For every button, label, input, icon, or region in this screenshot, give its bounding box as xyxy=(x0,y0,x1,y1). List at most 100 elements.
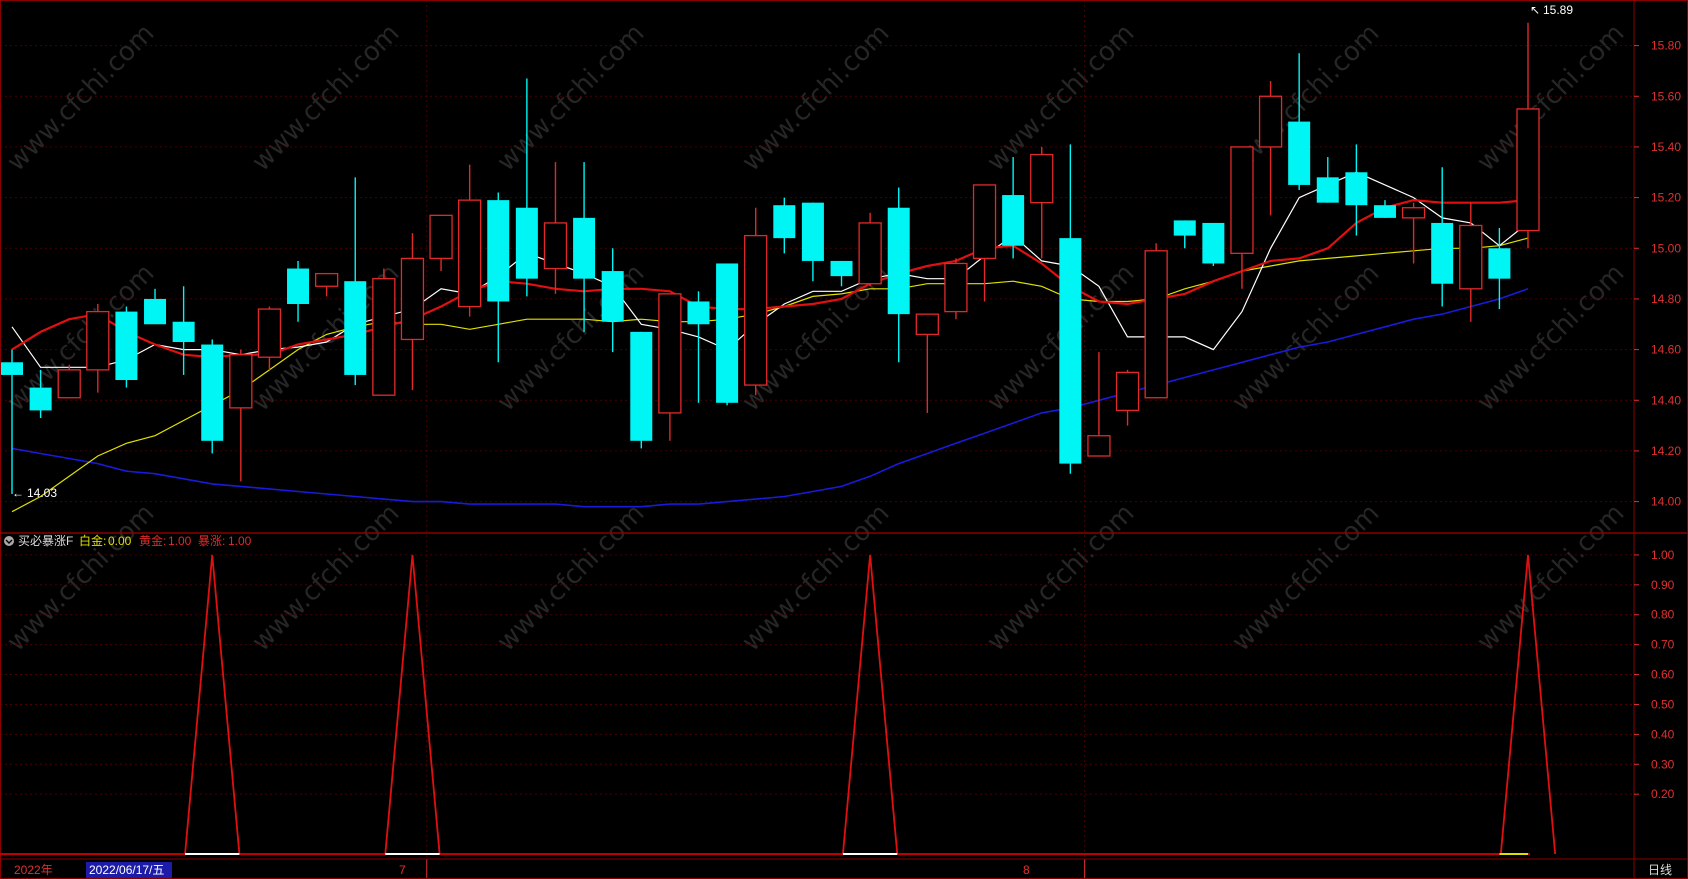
y-tick-label: 0.30 xyxy=(1651,757,1675,771)
candle xyxy=(1316,157,1339,203)
candle-body xyxy=(658,293,682,414)
candle-body xyxy=(1059,238,1082,464)
high-annotation: ↖ 15.89 xyxy=(1530,3,1573,17)
watermark-text: www.cfchi.com xyxy=(1,498,160,657)
candle-body xyxy=(1373,205,1396,218)
y-tick-label: 15.00 xyxy=(1651,241,1681,255)
y-tick-label: 14.80 xyxy=(1651,292,1681,306)
candle xyxy=(801,202,824,282)
candle-body xyxy=(115,311,138,380)
candle xyxy=(172,286,195,375)
candle xyxy=(344,177,367,386)
candle-body xyxy=(372,278,396,396)
chart-frame xyxy=(0,0,1688,879)
indicator-item-label: 黄金: xyxy=(139,533,166,548)
y-tick-label: 15.80 xyxy=(1651,39,1681,53)
candle-body xyxy=(830,260,853,277)
candle-body xyxy=(630,331,653,441)
candle-body xyxy=(1459,224,1483,290)
candle xyxy=(372,268,396,396)
watermark-text: www.cfchi.com xyxy=(246,498,405,657)
candle xyxy=(1059,144,1082,474)
candle-body xyxy=(257,308,282,358)
candle xyxy=(887,187,910,363)
month-label-aug: 8 xyxy=(1023,863,1030,877)
watermark-text: www.cfchi.com xyxy=(1471,18,1630,177)
y-tick-label: 1.00 xyxy=(1651,548,1675,562)
candle-body xyxy=(858,222,882,285)
candle-body xyxy=(172,321,195,342)
candle-body xyxy=(487,200,510,302)
candle-body xyxy=(1202,222,1225,264)
candle-body xyxy=(744,234,768,386)
candle xyxy=(1345,144,1368,236)
candle xyxy=(1087,352,1111,457)
indicator-axis: 1.00 0.90 0.80 0.70 0.60 0.50 0.40 0.30 0.20 xyxy=(1634,548,1675,801)
y-tick-label: 15.40 xyxy=(1651,140,1681,154)
candle xyxy=(1431,167,1454,307)
watermark-text: www.cfchi.com xyxy=(736,18,895,177)
watermark-text: www.cfchi.com xyxy=(1471,258,1630,417)
period-button[interactable]: 日线 xyxy=(1648,863,1672,877)
stock-chart[interactable]: www.cfchi.com www.cfchi.com www.cfchi.com w… xyxy=(0,0,1688,879)
indicator-item-label: 暴涨: xyxy=(198,533,225,548)
y-tick-label: 0.60 xyxy=(1651,668,1675,682)
collapse-icon[interactable] xyxy=(4,536,14,546)
candle xyxy=(201,339,224,454)
candle xyxy=(287,260,310,322)
indicator-item-value: 0.00 xyxy=(108,534,132,548)
candle xyxy=(1115,369,1140,426)
candle xyxy=(944,258,968,320)
indicator-name: 买必暴涨F xyxy=(18,533,73,548)
candle-body xyxy=(1115,371,1140,412)
watermark-text: www.cfchi.com xyxy=(1226,498,1385,657)
candle-body xyxy=(201,344,224,441)
candle-body xyxy=(57,369,81,399)
candle xyxy=(658,293,682,441)
month-label-jul: 7 xyxy=(399,863,406,877)
candle xyxy=(1516,22,1540,249)
watermark-text: www.cfchi.com xyxy=(981,18,1140,177)
candle-body xyxy=(887,207,910,315)
candle-body xyxy=(1316,177,1339,203)
candle xyxy=(458,164,482,317)
indicator-header: 买必暴涨F 白金: 0.00 黄金: 1.00 暴涨: 1.00 xyxy=(4,533,252,548)
candle-body xyxy=(314,272,339,287)
candle xyxy=(487,192,510,363)
watermark-text: www.cfchi.com xyxy=(491,18,650,177)
candle-body xyxy=(1345,172,1368,206)
candle xyxy=(1144,243,1168,399)
candle-body xyxy=(29,387,52,411)
grid xyxy=(0,0,1634,879)
candle-body xyxy=(287,268,310,304)
time-axis: 2022年 2022/06/17/五 7 8 日线 xyxy=(14,862,1672,878)
indicator-item-label: 白金: xyxy=(79,533,106,548)
candle-body xyxy=(1516,108,1540,232)
candle-body xyxy=(1144,250,1168,399)
price-axis: 15.80 15.60 15.40 15.20 15.00 14.80 14.60 14.40… xyxy=(1634,39,1681,509)
candle xyxy=(630,331,653,449)
watermark-text: www.cfchi.com xyxy=(491,498,650,657)
watermark-text: www.cfchi.com xyxy=(246,18,405,177)
candle-body xyxy=(543,222,568,270)
candle-body xyxy=(1431,222,1454,284)
candle xyxy=(543,162,568,294)
candle-body xyxy=(1002,195,1025,246)
watermark-text: www.cfchi.com xyxy=(981,498,1140,657)
candle xyxy=(601,248,624,353)
candle xyxy=(1373,200,1396,218)
indicator-item-value: 1.00 xyxy=(168,534,192,548)
candle-body xyxy=(801,202,824,261)
candle xyxy=(1401,202,1426,264)
y-tick-label: 0.50 xyxy=(1651,697,1675,711)
candle xyxy=(115,306,138,388)
y-tick-label: 14.20 xyxy=(1651,444,1681,458)
candle xyxy=(1173,220,1196,249)
candle xyxy=(915,313,939,413)
candle xyxy=(1030,146,1054,259)
candle xyxy=(57,364,81,399)
candle-body xyxy=(573,217,596,279)
candle-body xyxy=(773,205,796,239)
y-tick-label: 0.40 xyxy=(1651,727,1675,741)
candle-body xyxy=(1030,153,1054,204)
